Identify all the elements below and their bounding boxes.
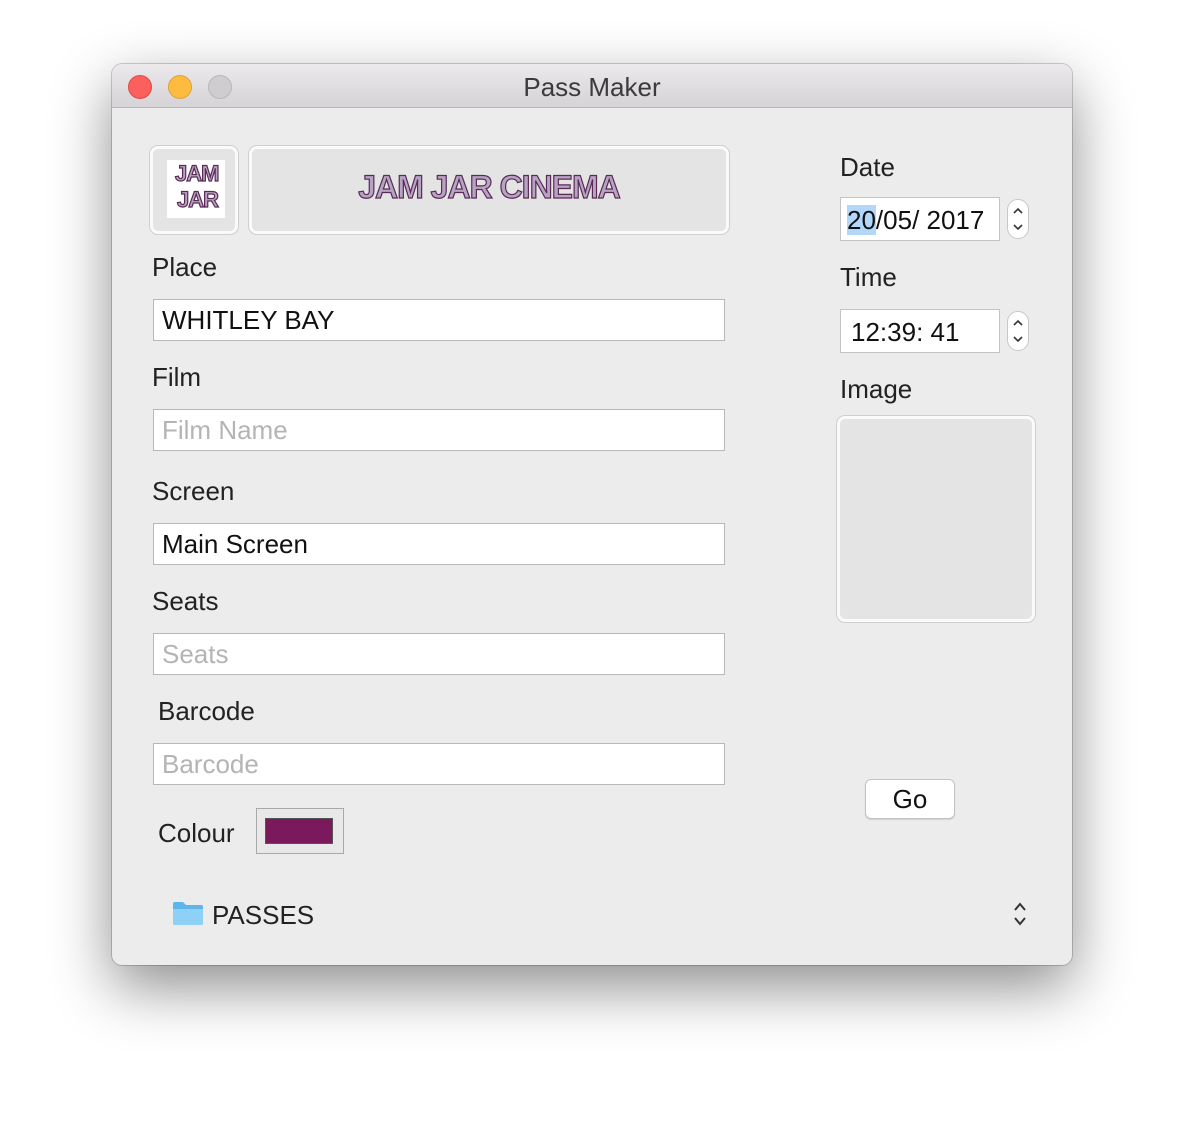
seats-label: Seats: [152, 586, 219, 616]
folder-icon: [173, 902, 203, 925]
colour-swatch: [265, 818, 333, 844]
title-bar[interactable]: Pass Maker: [112, 64, 1072, 108]
popup-chevrons-icon: [1014, 902, 1026, 926]
jam-jar-cinema-banner: JAM JAR CINEMA: [358, 168, 622, 205]
colour-well[interactable]: [256, 808, 344, 854]
image-well[interactable]: [837, 416, 1035, 622]
time-label: Time: [840, 262, 897, 292]
banner-image-well[interactable]: JAM JAR CINEMA: [249, 146, 729, 234]
barcode-label: Barcode: [158, 696, 255, 726]
logo-small-line1: JAM: [174, 161, 220, 186]
date-stepper[interactable]: [1007, 199, 1029, 239]
time-value[interactable]: 12:39: 41: [847, 317, 959, 347]
film-label: Film: [152, 362, 202, 392]
date-label: Date: [840, 152, 895, 182]
screen-label: Screen: [152, 476, 235, 506]
folder-popup[interactable]: PASSES: [170, 894, 1036, 934]
jam-jar-logo-icon: JAM JAR: [167, 160, 225, 218]
go-button[interactable]: Go: [865, 779, 955, 819]
date-rest-segment[interactable]: /05/ 2017: [876, 205, 984, 235]
folder-name: PASSES: [212, 900, 315, 930]
time-field[interactable]: 12:39: 41: [840, 309, 1000, 353]
date-field[interactable]: 20/05/ 2017: [840, 197, 1000, 241]
seats-input[interactable]: [153, 633, 725, 675]
pass-maker-window: Pass Maker JAM JAR JAM JAR CINEMA Place …: [112, 64, 1072, 965]
time-stepper[interactable]: [1007, 311, 1029, 351]
window-title: Pass Maker: [523, 72, 661, 102]
screen-input[interactable]: [153, 523, 725, 565]
place-label: Place: [152, 252, 218, 282]
film-name-input[interactable]: [153, 409, 725, 451]
stepper-arrows-icon: [1013, 319, 1023, 343]
logo-small-line2: JAR: [176, 187, 219, 212]
barcode-input[interactable]: [153, 743, 725, 785]
place-input[interactable]: [153, 299, 725, 341]
stepper-arrows-icon: [1013, 207, 1023, 231]
colour-label: Colour: [158, 818, 235, 848]
date-day-segment[interactable]: 20: [847, 205, 876, 235]
image-label: Image: [840, 374, 913, 404]
